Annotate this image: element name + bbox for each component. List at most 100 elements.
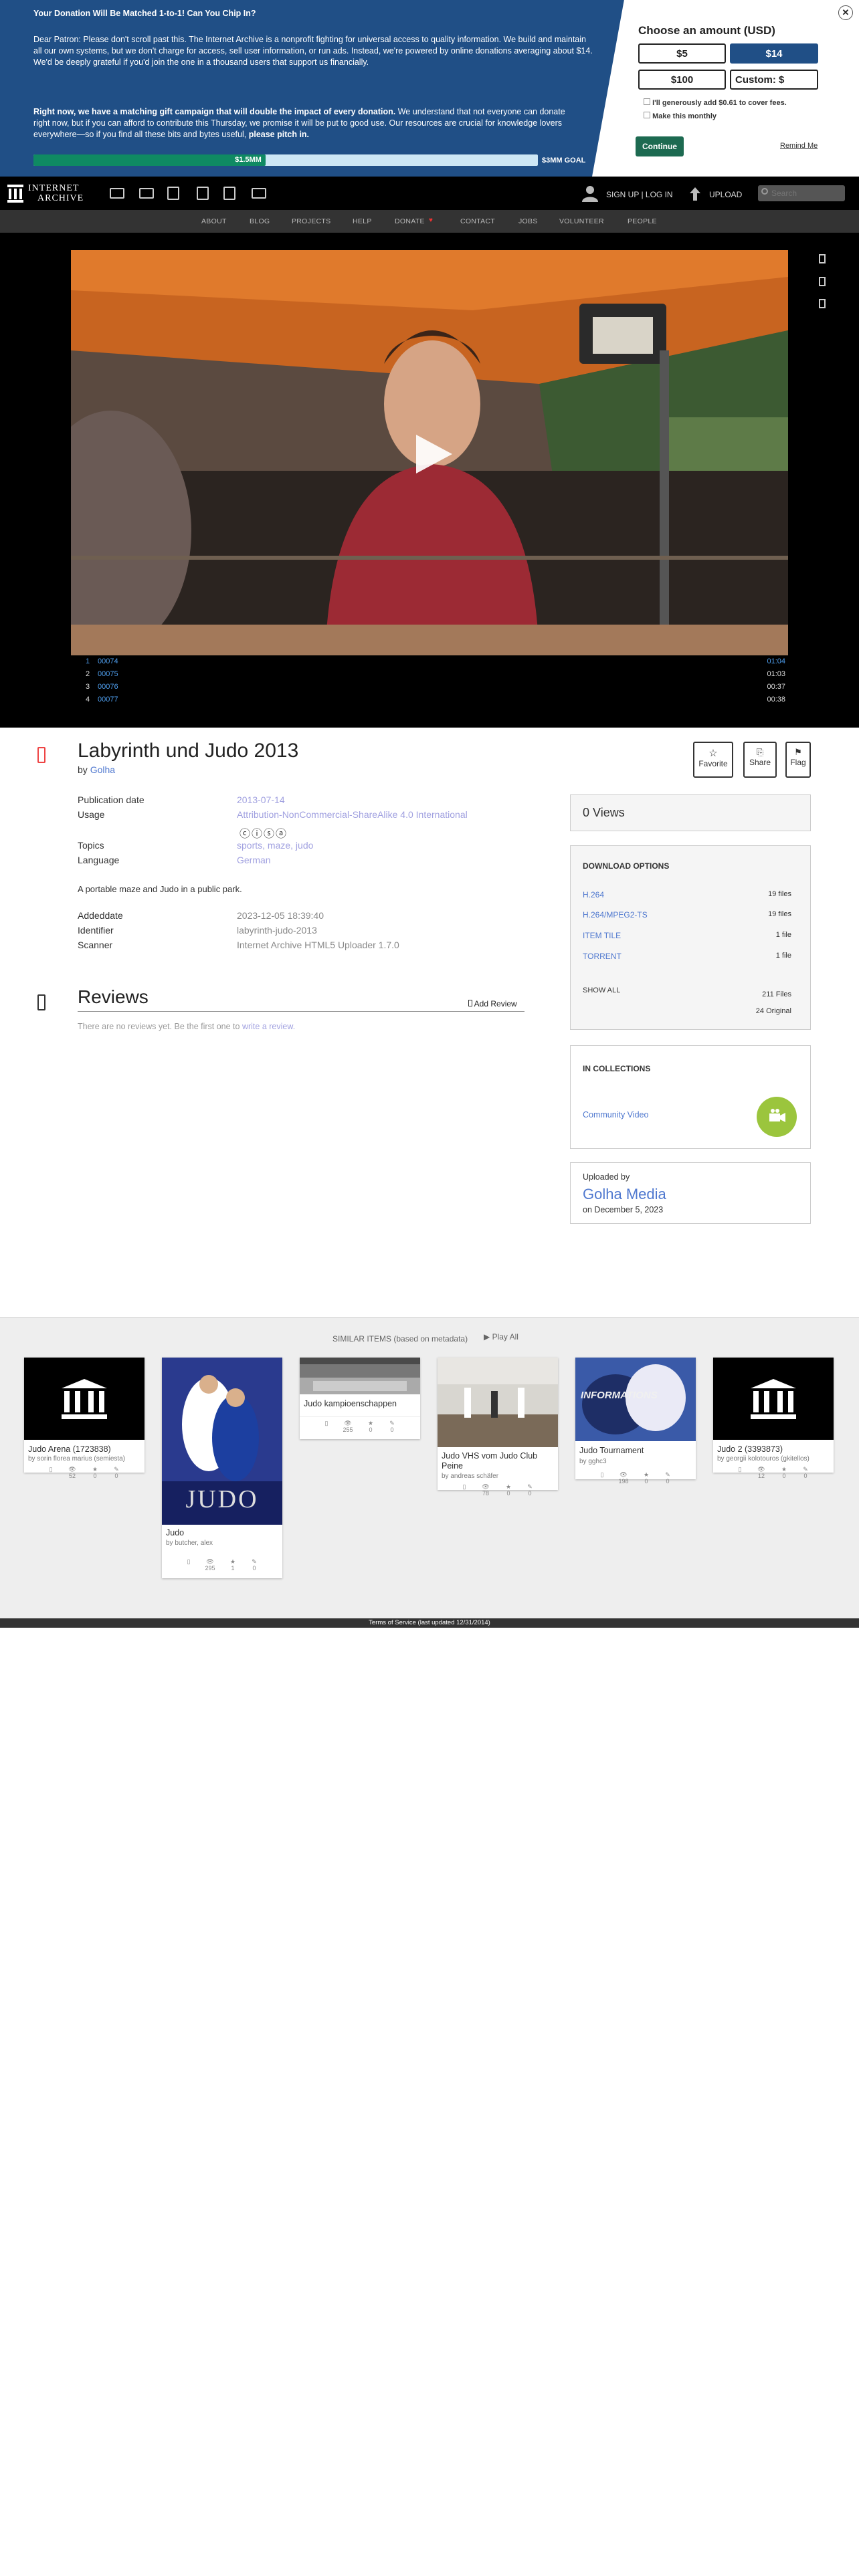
- close-banner-button[interactable]: ✕: [838, 5, 853, 20]
- amount-14-button[interactable]: $14: [730, 43, 818, 64]
- amount-5-button[interactable]: $5: [638, 43, 726, 64]
- original-files: 24 Original: [755, 1007, 791, 1015]
- download-row[interactable]: ITEM TILE 1 file: [583, 931, 791, 943]
- favs-stat: ★ 0: [367, 1420, 374, 1433]
- download-row[interactable]: H.264 19 files: [583, 890, 791, 902]
- total-files: 211 Files: [762, 990, 791, 998]
- texts-icon[interactable]: [139, 188, 154, 199]
- share-label: Share: [749, 758, 771, 767]
- subnav-volunteer[interactable]: VOLUNTEER: [559, 217, 604, 225]
- monthly-checkbox-row[interactable]: Make this monthly: [644, 112, 717, 120]
- community-video-icon[interactable]: [757, 1097, 797, 1137]
- goal-label: $3MM GOAL: [542, 156, 586, 165]
- views-box: 0 Views: [570, 794, 811, 831]
- subnav-help[interactable]: HELP: [353, 217, 372, 225]
- download-format-link[interactable]: TORRENT: [583, 952, 622, 961]
- subnav-projects[interactable]: PROJECTS: [292, 217, 330, 225]
- thumbnail-overlay-text: INFORMATIONS: [581, 1390, 658, 1401]
- playlist-num: 3: [86, 683, 90, 691]
- item-title: Judo VHS vom Judo Club Peine: [442, 1451, 538, 1471]
- amount-100-button[interactable]: $100: [638, 70, 726, 90]
- playlist-row[interactable]: 2 00075 01:03: [71, 670, 788, 682]
- upload-link[interactable]: UPLOAD: [709, 190, 742, 199]
- video-icon[interactable]: [167, 187, 179, 200]
- cc-license-icons[interactable]: ⓒⓘⓢⓐ: [240, 825, 288, 841]
- monthly-checkbox[interactable]: [644, 112, 650, 118]
- similar-item-card[interactable]: Judo kampioenschappen ▯ 👁 255 ★ 0 ✎ 0: [300, 1358, 420, 1439]
- theatre-flag-icon[interactable]: [819, 299, 826, 308]
- subnav-jobs[interactable]: JOBS: [518, 217, 538, 225]
- similar-item-card[interactable]: INFORMATIONS Judo Tournament by gghc3 ▯ …: [575, 1358, 696, 1485]
- similar-item-card[interactable]: JUDO Judo by butcher, alex ▯ 👁 295 ★ 1 ✎ 0: [162, 1358, 282, 1578]
- download-format-link[interactable]: ITEM TILE: [583, 931, 621, 940]
- images-icon[interactable]: [252, 188, 266, 199]
- show-all-link[interactable]: SHOW ALL: [583, 986, 620, 994]
- meta-label: Addeddate: [78, 910, 123, 921]
- theatre-info-icon[interactable]: [819, 254, 826, 263]
- playlist-row[interactable]: 1 00074 01:04: [71, 657, 788, 669]
- playlist-row[interactable]: 4 00077 00:38: [71, 695, 788, 708]
- archive-logo-text[interactable]: INTERNET ARCHIVE: [28, 183, 84, 203]
- footer-terms-link[interactable]: Terms of Service (last updated 12/31/201…: [0, 1618, 859, 1628]
- video-player[interactable]: [71, 250, 788, 655]
- subnav-blog[interactable]: BLOG: [250, 217, 270, 225]
- download-row[interactable]: TORRENT 1 file: [583, 952, 791, 964]
- custom-amount-input[interactable]: Custom: $: [730, 70, 818, 90]
- collection-link[interactable]: Community Video: [583, 1110, 648, 1119]
- favorite-button[interactable]: ☆ Favorite: [693, 742, 733, 778]
- theatre-share-icon[interactable]: [819, 277, 826, 286]
- item-creator: by gghc3: [579, 1458, 607, 1465]
- similar-item-card[interactable]: Judo 2 (3393873) by georgii kolotouros (…: [713, 1358, 834, 1479]
- signup-login-link[interactable]: SIGN UP | LOG IN: [606, 190, 673, 199]
- subnav-people[interactable]: PEOPLE: [628, 217, 657, 225]
- item-title: Judo: [166, 1528, 185, 1537]
- favs-count: 0: [369, 1426, 373, 1433]
- license-link[interactable]: Attribution-NonCommercial-ShareAlike 4.0…: [237, 809, 468, 820]
- audio-icon[interactable]: [197, 187, 209, 200]
- download-options-box: DOWNLOAD OPTIONS H.264 19 files H.264/MP…: [570, 845, 811, 1030]
- subnav-donate[interactable]: DONATE: [395, 217, 425, 225]
- language-link[interactable]: German: [237, 855, 271, 865]
- item-title: Labyrinth und Judo 2013: [78, 740, 299, 762]
- creator-link[interactable]: Golha: [90, 764, 115, 775]
- write-review-link[interactable]: write a review.: [242, 1022, 295, 1031]
- upload-icon[interactable]: [689, 186, 701, 202]
- user-icon[interactable]: [581, 185, 599, 202]
- favs-stat: ★ 1: [229, 1558, 236, 1572]
- continue-button[interactable]: Continue: [636, 136, 684, 156]
- play-icon[interactable]: [413, 433, 454, 478]
- playlist-row[interactable]: 3 00076 00:37: [71, 683, 788, 695]
- search-box[interactable]: [758, 185, 845, 201]
- cover-fees-checkbox[interactable]: [644, 98, 650, 105]
- cover-fees-checkbox-row[interactable]: I'll generously add $0.61 to cover fees.: [644, 98, 787, 107]
- topics-links[interactable]: sports, maze, judo: [237, 840, 313, 851]
- software-icon[interactable]: [223, 187, 235, 200]
- web-icon[interactable]: [110, 188, 124, 199]
- favs-count: 0: [644, 1478, 648, 1485]
- by-prefix: by: [78, 764, 88, 775]
- remind-me-link[interactable]: Remind Me: [780, 142, 818, 150]
- reviews-count: 0: [666, 1478, 670, 1485]
- download-count: 19 files: [768, 910, 791, 918]
- uploader-link[interactable]: Golha Media: [583, 1186, 666, 1203]
- item-title: Judo Arena (1723838): [28, 1444, 111, 1454]
- logo-line2: ARCHIVE: [37, 193, 84, 203]
- favs-stat: ★ 0: [505, 1483, 512, 1497]
- add-review-button[interactable]: Add Review: [468, 999, 517, 1008]
- similar-item-card[interactable]: Judo Arena (1723838) by sorin florea mar…: [24, 1358, 145, 1479]
- download-format-link[interactable]: H.264: [583, 890, 604, 899]
- views-count: 198: [618, 1478, 629, 1485]
- publication-date-link[interactable]: 2013-07-14: [237, 794, 285, 805]
- download-row[interactable]: H.264/MPEG2-TS 19 files: [583, 910, 791, 922]
- subnav-about[interactable]: ABOUT: [201, 217, 227, 225]
- banner-body: Dear Patron: Please don't scroll past th…: [33, 35, 593, 67]
- search-input[interactable]: [771, 187, 841, 199]
- reviews-count: 0: [252, 1565, 256, 1572]
- subnav-contact[interactable]: CONTACT: [460, 217, 495, 225]
- share-button[interactable]: ⎘ Share: [743, 742, 777, 778]
- download-format-link[interactable]: H.264/MPEG2-TS: [583, 910, 648, 920]
- play-all-link[interactable]: ▶ Play All: [484, 1332, 518, 1341]
- flag-button[interactable]: ⚑ Flag: [785, 742, 811, 778]
- similar-item-card[interactable]: Judo VHS vom Judo Club Peine by andreas …: [438, 1358, 558, 1497]
- archive-logo-icon[interactable]: [7, 183, 24, 203]
